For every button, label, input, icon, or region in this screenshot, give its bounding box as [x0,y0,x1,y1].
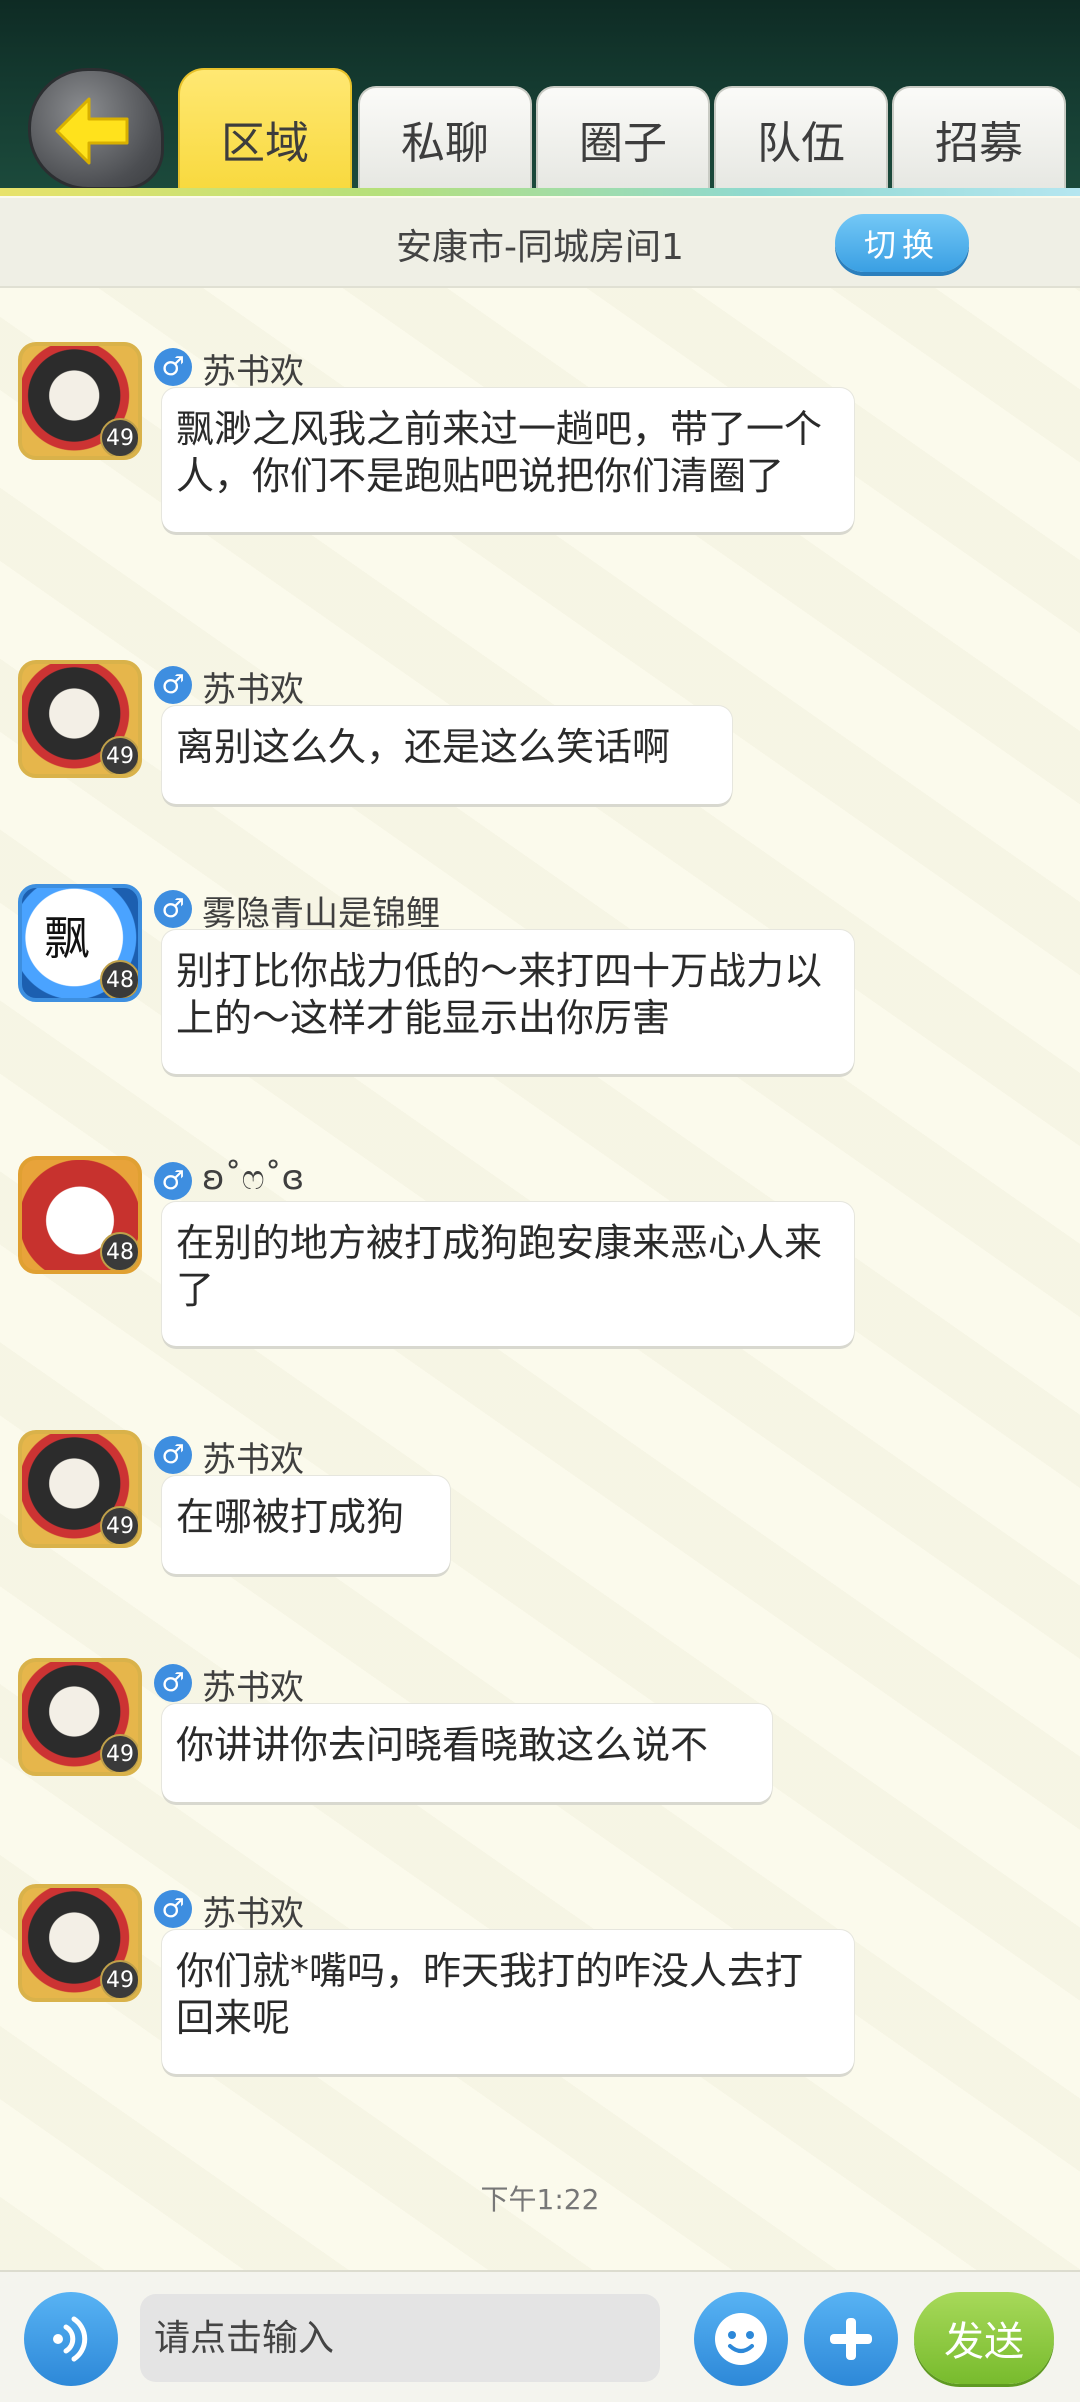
male-icon: ♂ [154,1162,192,1200]
level-badge: 48 [100,960,138,998]
tab-region[interactable]: 区域 [178,68,352,190]
sender-name: 雾隐青山是锦鲤 [202,894,440,934]
avatar[interactable]: 49 [18,1658,142,1776]
sender-name: 苏书欢 [202,1440,304,1480]
sender-name: 苏书欢 [202,670,304,710]
message-bubble[interactable]: 在别的地方被打成狗跑安康来恶心人来了 [162,1202,854,1346]
level-badge: 49 [100,1506,138,1544]
message-timestamp: 下午1:22 [480,2183,600,2216]
avatar[interactable]: 48 [18,1156,142,1274]
room-header: 安康市-同城房间1 切换 [0,198,1080,288]
avatar[interactable]: 49 [18,1430,142,1548]
avatar-glyph: 飘 [44,911,90,965]
avatar[interactable]: 49 [18,342,142,460]
tab-circle[interactable]: 圈子 [536,86,710,190]
sender-name: 苏书欢 [202,352,304,392]
message-input[interactable] [140,2294,660,2382]
emoji-button[interactable] [694,2292,788,2386]
tab-label: 圈子 [579,118,667,169]
voice-button[interactable] [24,2292,118,2386]
male-icon: ♂ [154,1664,192,1702]
tab-team[interactable]: 队伍 [714,86,888,190]
message-bubble[interactable]: 离别这么久，还是这么笑话啊 [162,706,732,804]
tab-private-chat[interactable]: 私聊 [358,86,532,190]
level-badge: 49 [100,1734,138,1772]
topbar-divider [0,188,1080,196]
plus-button[interactable] [804,2292,898,2386]
tab-label: 队伍 [757,118,845,169]
level-badge: 49 [100,1960,138,1998]
plus-icon [830,2318,872,2360]
male-icon: ♂ [154,1436,192,1474]
chat-area[interactable]: 49 ♂ 苏书欢 飘渺之风我之前来过一趟吧，带了一个人，你们不是跑贴吧说把你们清… [0,288,1080,2270]
avatar[interactable]: 49 [18,660,142,778]
top-bar: 区域 私聊 圈子 队伍 招募 [0,0,1080,196]
tab-recruit[interactable]: 招募 [892,86,1066,190]
sender-name: 苏书欢 [202,1894,304,1934]
switch-room-button[interactable]: 切换 [835,214,969,272]
sender-name: ʚ˚ෆ˚ɞ [202,1158,305,1198]
avatar[interactable]: 49 [18,1884,142,2002]
level-badge: 49 [100,418,138,456]
message-bubble[interactable]: 飘渺之风我之前来过一趟吧，带了一个人，你们不是跑贴吧说把你们清圈了 [162,388,854,532]
male-icon: ♂ [154,348,192,386]
male-icon: ♂ [154,890,192,928]
emoji-icon [715,2313,767,2365]
sender-name: 苏书欢 [202,1668,304,1708]
input-bar: 发送 [0,2270,1080,2402]
tab-label: 区域 [221,118,309,169]
back-button[interactable] [28,68,164,190]
level-badge: 49 [100,736,138,774]
level-badge: 48 [100,1232,138,1270]
message-bubble[interactable]: 在哪被打成狗 [162,1476,450,1574]
male-icon: ♂ [154,1890,192,1928]
message-bubble[interactable]: 别打比你战力低的～来打四十万战力以上的～这样才能显示出你厉害 [162,930,854,1074]
message-bubble[interactable]: 你讲讲你去问晓看晓敢这么说不 [162,1704,772,1802]
tab-label: 招募 [935,118,1023,169]
send-button[interactable]: 发送 [914,2292,1054,2384]
message-bubble[interactable]: 你们就*嘴吗，昨天我打的咋没人去打回来呢 [162,1930,854,2074]
tab-label: 私聊 [401,118,489,169]
voice-icon [53,2316,88,2362]
avatar[interactable]: 飘 48 [18,884,142,1002]
male-icon: ♂ [154,666,192,704]
back-arrow-icon [55,97,129,165]
